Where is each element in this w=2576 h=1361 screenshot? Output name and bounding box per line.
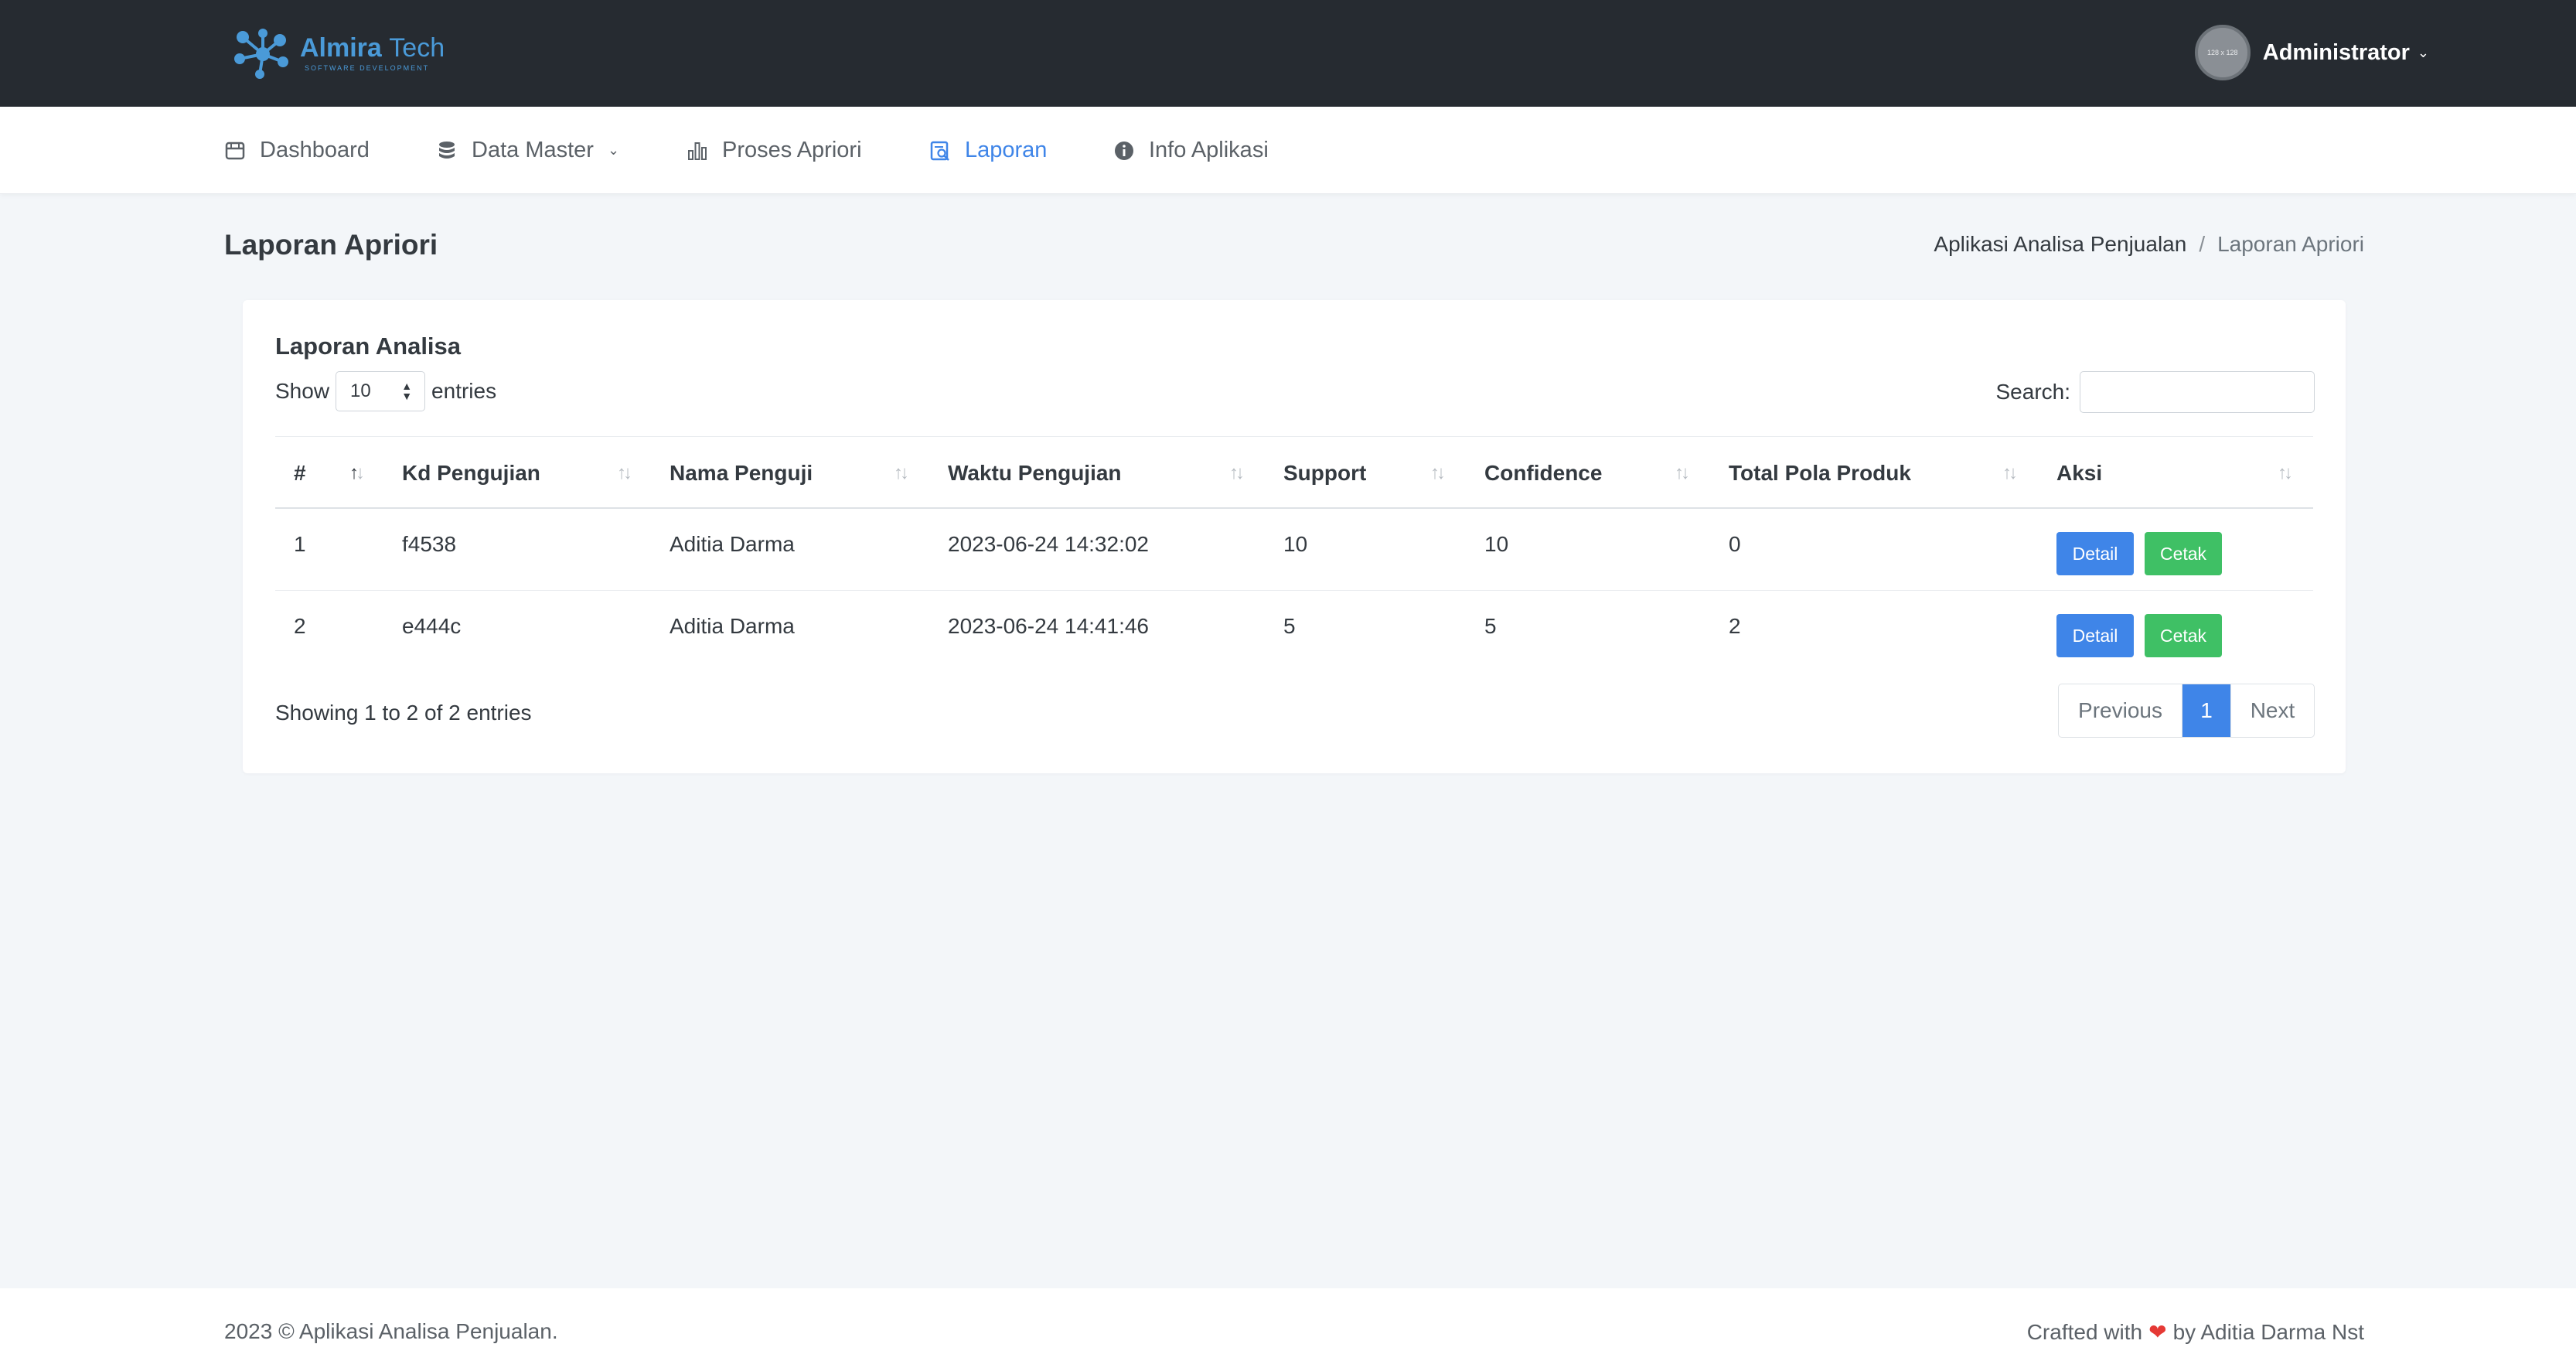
user-name: Administrator	[2262, 39, 2410, 65]
heart-icon: ❤	[2148, 1320, 2167, 1344]
cell-confidence: 10	[1484, 532, 1509, 556]
search-label: Search:	[1995, 380, 2071, 404]
breadcrumb-separator: /	[2199, 232, 2206, 256]
entries-select-value: 10	[350, 380, 371, 401]
database-icon	[436, 140, 458, 162]
cell-total-pola-produk: 0	[1729, 532, 1741, 556]
bar-chart-icon	[687, 140, 708, 162]
footer: 2023 © Aplikasi Analisa Penjualan. Craft…	[0, 1288, 2576, 1361]
breadcrumb-current: Laporan Apriori	[2217, 232, 2364, 256]
column-header-confidence[interactable]: Confidence	[1484, 437, 1602, 510]
nav-item-proses-apriori[interactable]: Proses Apriori	[687, 107, 862, 194]
report-search-icon	[929, 140, 951, 162]
search-control: Search:	[1996, 371, 2315, 413]
nav-label-dashboard: Dashboard	[260, 138, 370, 162]
column-header-waktu-pengujian[interactable]: Waktu Pengujian	[948, 437, 1122, 510]
report-table: # ↑ ↓ Kd Pengujian ↑ ↓ Nama Penguji ↑ ↓ Wak…	[275, 436, 2313, 673]
cetak-button[interactable]: Cetak	[2145, 614, 2222, 657]
report-card: Laporan Analisa Show 10 ▲ ▼ entries Searc…	[243, 300, 2346, 773]
next-page-button[interactable]: Next	[2230, 684, 2314, 737]
column-header-support[interactable]: Support	[1283, 437, 1366, 510]
cell-kd-pengujian: f4538	[402, 532, 457, 556]
nav-label-data-master: Data Master	[472, 138, 594, 162]
sort-icon[interactable]: ↑ ↓	[1430, 437, 1446, 510]
table-row: 2 e444c Aditia Darma 2023-06-24 14:41:46…	[275, 591, 2313, 673]
sort-asc-icon[interactable]: ↑ ↓	[349, 437, 365, 510]
column-header-total-pola-produk[interactable]: Total Pola Produk	[1729, 437, 1911, 510]
cell-support: 5	[1283, 614, 1296, 638]
pagination: Previous 1 Next	[2058, 684, 2315, 738]
page-1-button[interactable]: 1	[2182, 684, 2230, 737]
brand-tagline: SOFTWARE DEVELOPMENT	[305, 64, 430, 72]
column-header-nama-penguji[interactable]: Nama Penguji	[670, 437, 813, 510]
entries-label: entries	[431, 379, 497, 403]
footer-copyright: 2023 © Aplikasi Analisa Penjualan.	[224, 1319, 558, 1343]
cell-kd-pengujian: e444c	[402, 614, 462, 638]
nav-label-info-aplikasi: Info Aplikasi	[1149, 138, 1269, 162]
avatar-placeholder-text: 128 x 128	[2206, 49, 2238, 56]
page-title: Laporan Apriori	[224, 229, 438, 261]
cell-nama-penguji: Aditia Darma	[670, 614, 795, 638]
sort-icon[interactable]: ↑ ↓	[617, 437, 632, 510]
cetak-button[interactable]: Cetak	[2145, 532, 2222, 575]
sort-icon[interactable]: ↑ ↓	[2002, 437, 2018, 510]
nav-item-info-aplikasi[interactable]: Info Aplikasi	[1113, 107, 1269, 194]
nav-item-data-master[interactable]: Data Master ⌄	[436, 107, 619, 194]
cell-nama-penguji: Aditia Darma	[670, 532, 795, 556]
cell-no: 1	[294, 532, 306, 556]
chevron-down-icon: ⌄	[2417, 44, 2429, 60]
card-title: Laporan Analisa	[275, 333, 462, 360]
avatar: 128 x 128	[2194, 25, 2251, 80]
cell-waktu-pengujian: 2023-06-24 14:41:46	[948, 614, 1149, 638]
chevron-down-icon: ⌄	[607, 142, 620, 158]
sort-icon[interactable]: ↑ ↓	[2278, 437, 2293, 510]
cell-waktu-pengujian: 2023-06-24 14:32:02	[948, 532, 1149, 556]
show-label: Show	[275, 379, 330, 403]
detail-button[interactable]: Detail	[2056, 614, 2134, 657]
footer-credit-prefix: Crafted with	[2026, 1319, 2143, 1344]
nav-label-proses-apriori: Proses Apriori	[722, 138, 862, 162]
molecule-logo-icon	[234, 29, 288, 79]
brand-logo[interactable]: Almira Tech SOFTWARE DEVELOPMENT	[232, 26, 445, 80]
footer-credit-suffix: by Aditia Darma Nst	[2172, 1319, 2364, 1344]
column-header-aksi[interactable]: Aksi	[2056, 437, 2102, 510]
cell-support: 10	[1283, 532, 1308, 556]
sort-icon[interactable]: ↑ ↓	[894, 437, 909, 510]
entries-select[interactable]: 10 ▲ ▼	[336, 371, 426, 411]
cell-confidence: 5	[1484, 614, 1497, 638]
breadcrumb: Aplikasi Analisa Penjualan / Laporan Apr…	[1934, 232, 2364, 257]
sort-updown-icon: ▲ ▼	[401, 380, 413, 402]
detail-button[interactable]: Detail	[2056, 532, 2134, 575]
breadcrumb-home-link[interactable]: Aplikasi Analisa Penjualan	[1934, 232, 2186, 257]
nav-item-dashboard[interactable]: Dashboard	[224, 107, 370, 194]
table-row: 1 f4538 Aditia Darma 2023-06-24 14:32:02…	[275, 509, 2313, 591]
brand-name-second: Tech	[389, 33, 445, 63]
nav-label-laporan: Laporan	[965, 138, 1048, 162]
cell-no: 2	[294, 614, 306, 638]
show-entries-control: Show 10 ▲ ▼ entries	[275, 371, 496, 411]
info-icon	[1113, 140, 1135, 162]
sort-icon[interactable]: ↑ ↓	[1229, 437, 1245, 510]
column-header-no[interactable]: #	[294, 437, 306, 510]
table-info: Showing 1 to 2 of 2 entries	[275, 701, 532, 725]
sort-icon[interactable]: ↑ ↓	[1675, 437, 1690, 510]
top-header: Almira Tech SOFTWARE DEVELOPMENT 128 x 1…	[0, 0, 2576, 107]
user-menu[interactable]: 128 x 128 Administrator ⌄	[2194, 25, 2429, 80]
column-header-kd-pengujian[interactable]: Kd Pengujian	[402, 437, 540, 510]
search-input[interactable]	[2080, 371, 2315, 413]
brand-name: Almira	[300, 33, 382, 63]
calendar-icon	[224, 140, 246, 162]
cell-total-pola-produk: 2	[1729, 614, 1741, 638]
main-nav: Dashboard Data Master ⌄ Proses Apriori L…	[0, 107, 2576, 194]
previous-page-button[interactable]: Previous	[2059, 684, 2182, 737]
nav-item-laporan[interactable]: Laporan	[929, 107, 1047, 194]
table-header: # ↑ ↓ Kd Pengujian ↑ ↓ Nama Penguji ↑ ↓ Wak…	[275, 436, 2313, 509]
footer-credit: Crafted with ❤ by Aditia Darma Nst	[2027, 1319, 2364, 1345]
